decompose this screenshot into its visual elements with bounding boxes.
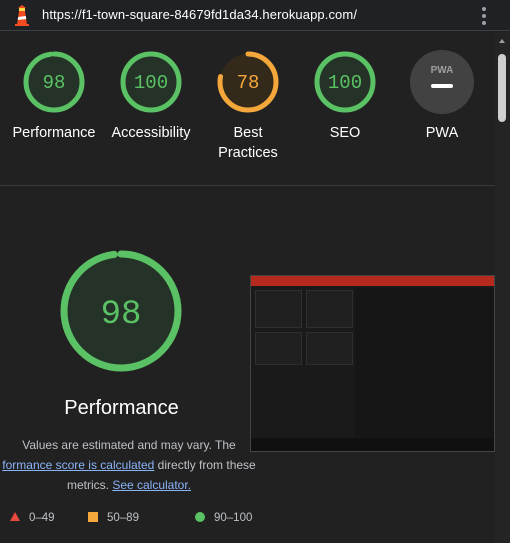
- gauge-performance-value: 98: [43, 72, 66, 94]
- pass-circle-icon: [195, 512, 205, 522]
- lighthouse-report: 98 Performance 100 Accessibility 78 Best…: [0, 32, 495, 543]
- legend-fail: 0–49: [10, 512, 55, 524]
- gauge-best-practices-value: 78: [237, 72, 260, 94]
- gauge-pwa-label: PWA: [425, 125, 459, 141]
- scrollbar-thumb[interactable]: [498, 54, 506, 122]
- gauge-accessibility[interactable]: 100 Accessibility: [101, 49, 201, 143]
- disclaimer-line-3: metrics.: [66, 478, 113, 492]
- performance-disclaimer: Values are estimated and may vary. The f…: [0, 435, 258, 495]
- vertical-scrollbar[interactable]: [495, 32, 510, 543]
- gauge-pwa[interactable]: PWA PWA: [392, 49, 492, 143]
- gauge-seo-label: SEO: [329, 125, 361, 141]
- disclaimer-line-1: Values are estimated and may vary. The: [22, 438, 236, 452]
- gauge-best-practices-label: Best Practices: [218, 125, 278, 161]
- see-calculator-link[interactable]: See calculator.: [112, 478, 191, 492]
- performance-score-value: 98: [101, 296, 142, 334]
- gauge-accessibility-label: Accessibility: [111, 125, 191, 141]
- legend-average-label: 50–89: [107, 512, 139, 524]
- page-url: https://f1-town-square-84679fd1da34.hero…: [42, 7, 358, 22]
- final-screenshot-thumbnail[interactable]: [250, 275, 495, 452]
- legend-pass: 90–100: [195, 512, 252, 524]
- legend-pass-label: 90–100: [214, 512, 253, 524]
- gauge-performance-label: Performance: [12, 125, 96, 141]
- legend-fail-label: 0–49: [29, 512, 55, 524]
- score-calculated-link[interactable]: formance score is calculated: [2, 458, 154, 472]
- more-options-icon[interactable]: [478, 6, 490, 26]
- title-bar: https://f1-town-square-84679fd1da34.hero…: [0, 0, 510, 31]
- pwa-na-icon: [431, 84, 453, 88]
- gauge-performance[interactable]: 98 Performance: [4, 49, 104, 143]
- performance-title: Performance: [64, 397, 179, 419]
- performance-score-gauge: 98: [60, 250, 182, 372]
- scroll-up-icon[interactable]: [499, 39, 505, 43]
- section-divider: [0, 185, 495, 186]
- lighthouse-icon: [15, 5, 29, 26]
- fail-triangle-icon: [10, 512, 20, 521]
- legend-average: 50–89: [88, 512, 139, 524]
- gauge-accessibility-value: 100: [134, 72, 168, 94]
- gauge-seo-value: 100: [328, 72, 362, 94]
- average-square-icon: [88, 512, 98, 522]
- disclaimer-line-2: directly from these: [154, 458, 256, 472]
- gauge-best-practices[interactable]: 78 Best Practices: [198, 49, 298, 163]
- pwa-badge: PWA: [431, 65, 454, 76]
- gauge-seo[interactable]: 100 SEO: [295, 49, 395, 143]
